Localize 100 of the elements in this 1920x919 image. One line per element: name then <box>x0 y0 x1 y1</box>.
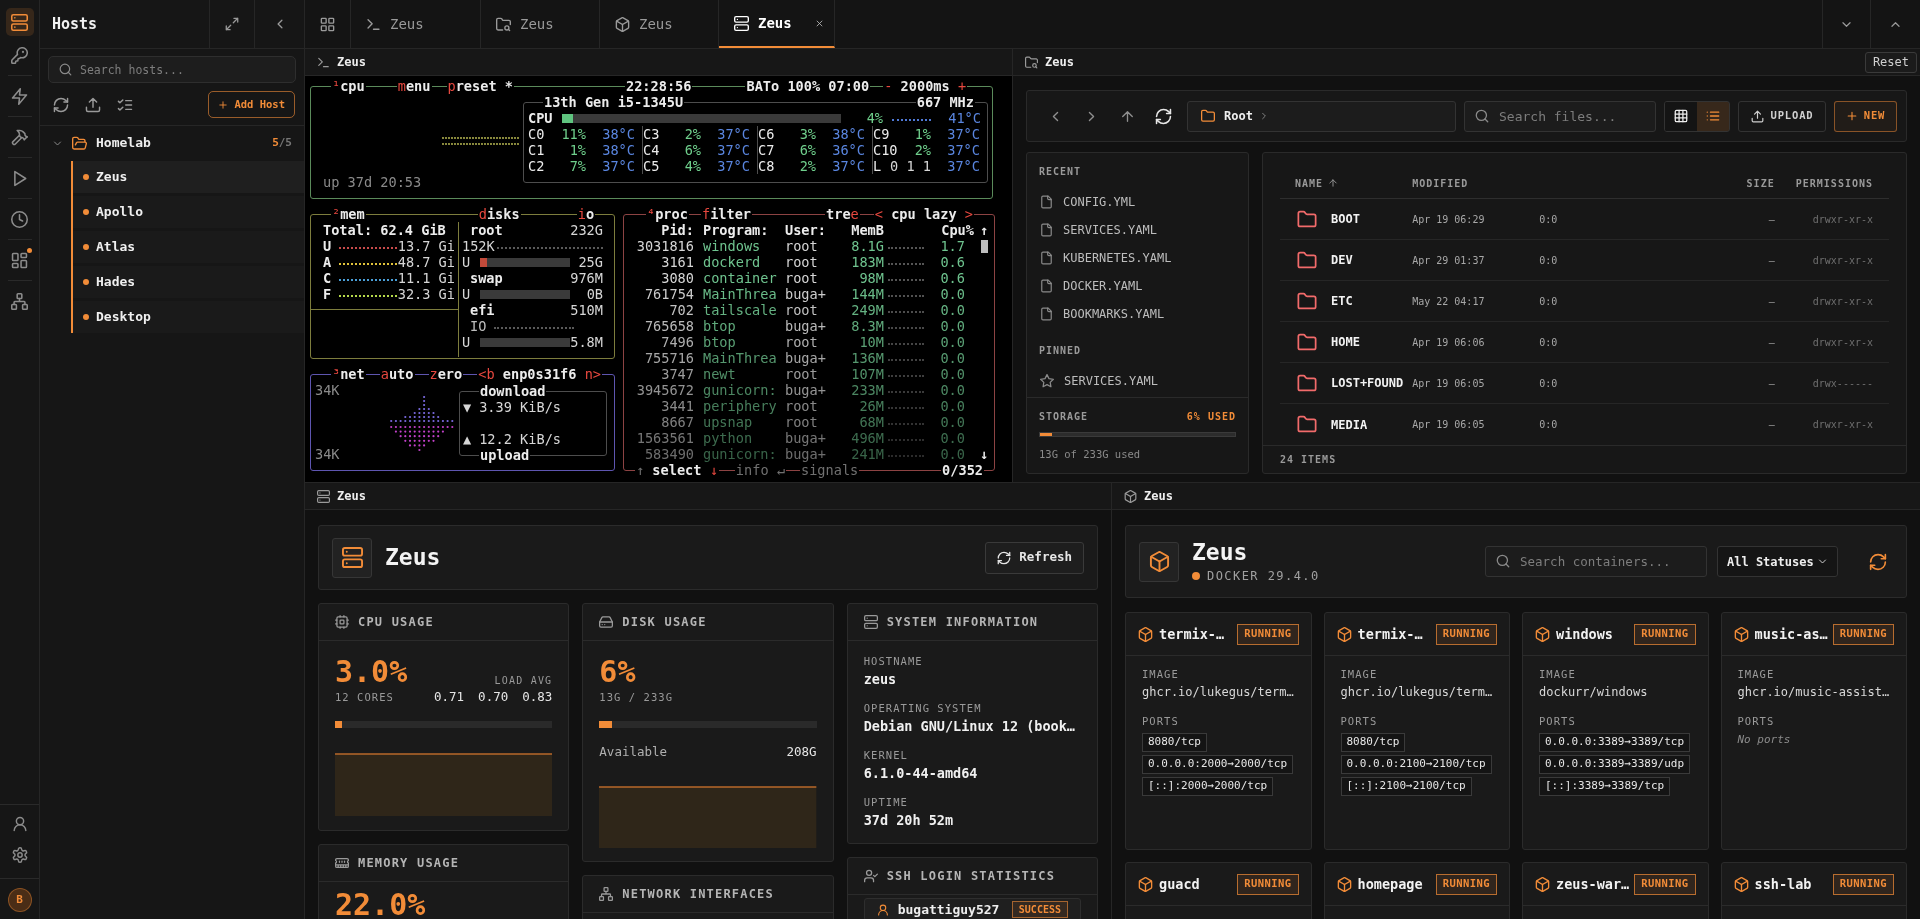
folder-icon <box>1296 332 1318 352</box>
upload-button[interactable] <box>85 96 101 113</box>
core-name: C0 <box>528 126 546 142</box>
process-memory: 8.1G <box>850 238 884 254</box>
file-item[interactable]: SERVICES.YAML <box>1039 216 1236 244</box>
status-filter[interactable]: All Statuses <box>1717 546 1838 577</box>
host-item[interactable]: Desktop <box>73 301 304 333</box>
refresh-button[interactable] <box>53 96 69 113</box>
cube-icon <box>1336 626 1352 642</box>
close-icon[interactable] <box>814 18 824 28</box>
section-label: STORAGE <box>1039 409 1089 424</box>
file-item[interactable]: CONFIG.YML <box>1039 188 1236 216</box>
search-field[interactable]: Search hosts... <box>48 56 296 83</box>
process-memory: 496M <box>850 430 884 446</box>
memory-value: 13.7 Gi <box>397 238 455 254</box>
column-header[interactable]: SIZE <box>1715 175 1775 191</box>
settings-icon <box>11 847 28 863</box>
field-label: IMAGE <box>1737 667 1775 681</box>
file-item[interactable]: DOCKER.YAML <box>1039 272 1236 300</box>
panel-title: disks <box>477 206 521 222</box>
rate-arrow: ▼ <box>463 399 472 415</box>
search-field[interactable]: Search containers... <box>1485 546 1707 577</box>
host-item[interactable]: Hades <box>73 266 304 298</box>
host-item[interactable]: Atlas <box>73 231 304 263</box>
container-name[interactable]: zeus-war… <box>1556 873 1629 895</box>
file-size: – <box>1767 418 1775 432</box>
folder-search-icon <box>1025 55 1038 69</box>
process-memory: 249M <box>850 302 884 318</box>
core-temp: 37°C <box>946 158 980 174</box>
search-field[interactable]: Search files... <box>1464 100 1656 132</box>
process-user: buga+ <box>785 430 827 446</box>
file-name[interactable]: MEDIA <box>1331 415 1368 434</box>
scrollbar-thumb <box>980 240 988 253</box>
tab[interactable]: Zeus <box>481 0 600 48</box>
group-name[interactable]: Homelab <box>96 133 151 153</box>
checklist-button[interactable] <box>117 96 133 113</box>
ownership-text: 0:0 <box>1539 335 1559 350</box>
add-host-button[interactable]: Add Host <box>208 91 295 118</box>
column-header[interactable]: NAME <box>1280 175 1413 191</box>
usage-value: 5.8M <box>570 334 603 350</box>
container-name[interactable]: termix-… <box>1357 623 1430 645</box>
upload-button[interactable]: UPLOAD <box>1738 100 1826 132</box>
process-user: buga+ <box>785 382 827 398</box>
new-button[interactable]: NEW <box>1834 100 1897 132</box>
file-item[interactable]: SERVICES.YAML <box>1039 367 1236 395</box>
process-memory: 136M <box>850 350 884 366</box>
disk-size: 510M <box>570 302 603 318</box>
file-name[interactable]: ETC <box>1331 292 1353 310</box>
usage-value: 3.0% <box>335 655 408 689</box>
field-label: KERNEL <box>863 748 909 762</box>
tab[interactable]: Zeus <box>351 0 481 48</box>
rate-arrow: ▲ <box>463 431 472 447</box>
container-name[interactable]: homepage <box>1357 873 1430 895</box>
reset-button[interactable]: Reset <box>1864 51 1917 73</box>
host-item[interactable]: Apollo <box>73 196 304 228</box>
process-cpu: 0.6 <box>939 270 965 286</box>
breadcrumb-link[interactable]: Root <box>1224 107 1253 125</box>
core-load: 6% <box>798 142 816 158</box>
container-name[interactable]: windows <box>1556 623 1629 645</box>
tab[interactable]: Zeus <box>600 0 719 48</box>
container-name[interactable]: music-as… <box>1754 623 1827 645</box>
core-name: C2 <box>528 158 546 174</box>
process-pid: 1563561 <box>635 430 694 446</box>
disk-name: root <box>470 222 503 238</box>
container-name[interactable]: guacd <box>1159 873 1232 895</box>
refresh-button[interactable]: Refresh <box>985 541 1084 574</box>
file-name[interactable]: LOST+FOUND <box>1331 374 1404 392</box>
memory-label: F <box>323 286 331 302</box>
folder-search-icon <box>496 16 511 32</box>
process-memory: 107M <box>850 366 884 382</box>
container-name[interactable]: termix-… <box>1159 623 1232 645</box>
file-name[interactable]: DEV <box>1331 251 1353 269</box>
column-header[interactable]: MODIFIED <box>1412 175 1540 191</box>
column-header[interactable]: PERMISSIONS <box>1774 175 1873 191</box>
file-name[interactable]: HOME <box>1331 333 1360 351</box>
core-load: 1% <box>568 142 586 158</box>
host-item[interactable]: Zeus <box>73 161 304 193</box>
load-average: 0 1 1 <box>890 158 931 174</box>
card-title: CPU USAGE <box>358 614 434 631</box>
file-item[interactable]: BOOKMARKS.YAML <box>1039 300 1236 328</box>
usage-value: 22.0% <box>335 890 427 919</box>
container-name[interactable]: ssh-lab <box>1754 873 1827 895</box>
nav-button[interactable] <box>5 8 34 36</box>
refresh-button[interactable] <box>1869 552 1887 571</box>
user-avatar[interactable]: B <box>7 888 32 912</box>
io-reading: 152K <box>462 238 495 254</box>
available-value: 208G <box>786 742 817 761</box>
layout-icon <box>11 251 28 269</box>
process-cpu: 0.0 <box>939 318 965 334</box>
file-icon <box>1040 223 1053 237</box>
process-pid: 3031816 <box>635 238 694 254</box>
file-item[interactable]: KUBERNETES.YAML <box>1039 244 1236 272</box>
process-name: container <box>703 270 778 286</box>
process-name: gunicorn: <box>703 446 778 462</box>
server-icon <box>332 537 372 578</box>
clock-icon <box>11 210 28 228</box>
card-title: SYSTEM INFORMATION <box>886 614 1039 631</box>
file-name[interactable]: BOOT <box>1331 210 1360 228</box>
process-name: btop <box>703 318 737 334</box>
core-load: 2% <box>913 142 931 158</box>
